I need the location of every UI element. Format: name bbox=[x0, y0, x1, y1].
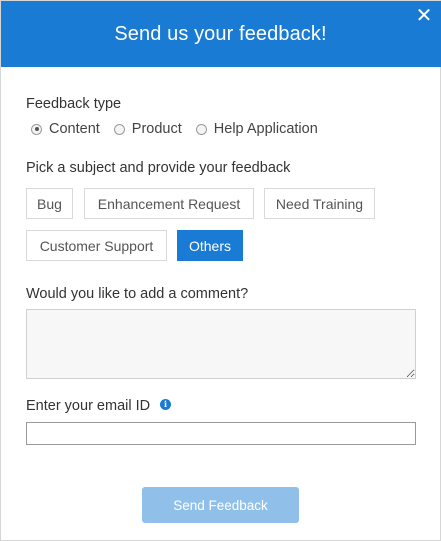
feedback-dialog: Send us your feedback! ✕ Feedback type C… bbox=[0, 0, 441, 541]
chip-bug[interactable]: Bug bbox=[26, 188, 73, 219]
radio-content[interactable]: Content bbox=[31, 121, 100, 137]
radio-button[interactable] bbox=[195, 123, 207, 135]
subject-label: Pick a subject and provide your feedback bbox=[26, 160, 291, 176]
radio-button[interactable] bbox=[113, 123, 125, 135]
send-feedback-button[interactable]: Send Feedback bbox=[142, 487, 299, 523]
dialog-title: Send us your feedback! bbox=[114, 22, 327, 45]
radio-label: Help Application bbox=[213, 121, 318, 137]
radio-label: Product bbox=[131, 121, 182, 137]
email-input[interactable] bbox=[26, 422, 416, 445]
radio-label: Content bbox=[49, 121, 100, 137]
comment-textarea[interactable] bbox=[26, 309, 416, 379]
dialog-header: Send us your feedback! ✕ bbox=[1, 1, 441, 67]
chip-customer-support[interactable]: Customer Support bbox=[26, 230, 167, 261]
radio-help-application[interactable]: Help Application bbox=[195, 121, 318, 137]
chip-enhancement-request[interactable]: Enhancement Request bbox=[84, 188, 254, 219]
comment-label: Would you like to add a comment? bbox=[26, 286, 249, 302]
radio-product[interactable]: Product bbox=[113, 121, 182, 137]
feedback-type-radios: Content Product Help Application bbox=[31, 121, 332, 137]
email-label: Enter your email ID bbox=[26, 398, 151, 414]
chip-need-training[interactable]: Need Training bbox=[264, 188, 375, 219]
info-icon[interactable]: i bbox=[160, 399, 171, 410]
feedback-type-label: Feedback type bbox=[26, 96, 122, 112]
close-icon[interactable]: ✕ bbox=[415, 6, 433, 26]
chip-others[interactable]: Others bbox=[177, 230, 243, 261]
radio-button[interactable] bbox=[31, 123, 42, 135]
